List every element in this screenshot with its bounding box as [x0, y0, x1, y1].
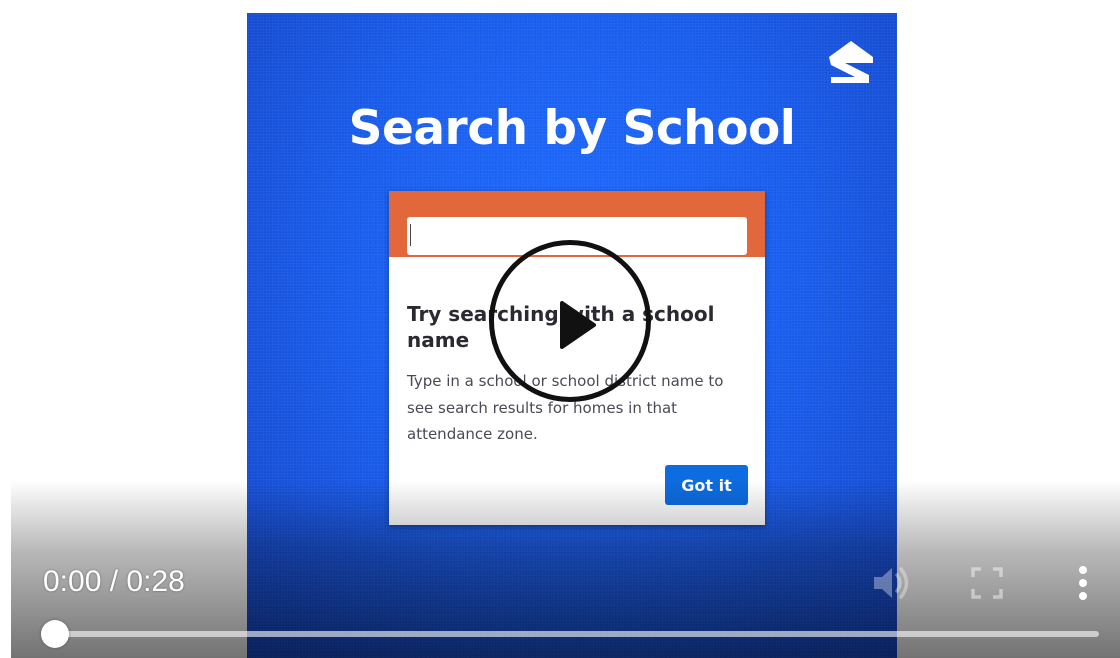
volume-icon: [874, 567, 909, 599]
current-time: 0:00: [43, 565, 102, 598]
more-vertical-icon: [1079, 566, 1087, 600]
video-headline: Search by School: [348, 101, 796, 156]
volume-button[interactable]: [870, 562, 912, 604]
play-icon: [560, 301, 596, 349]
play-button[interactable]: [489, 240, 651, 402]
duration: 0:28: [126, 565, 185, 598]
progress-bar[interactable]: [55, 631, 1099, 637]
fullscreen-icon: [971, 567, 1003, 599]
text-caret: [410, 224, 411, 246]
more-options-button[interactable]: [1068, 562, 1098, 604]
time-display: 0:00 / 0:28: [43, 565, 185, 599]
fullscreen-button[interactable]: [970, 566, 1004, 600]
progress-thumb[interactable]: [41, 620, 69, 648]
zillow-logo-icon: [825, 35, 877, 87]
video-player[interactable]: Search by School Try searching with a sc…: [0, 0, 1120, 658]
time-separator: /: [101, 565, 127, 598]
